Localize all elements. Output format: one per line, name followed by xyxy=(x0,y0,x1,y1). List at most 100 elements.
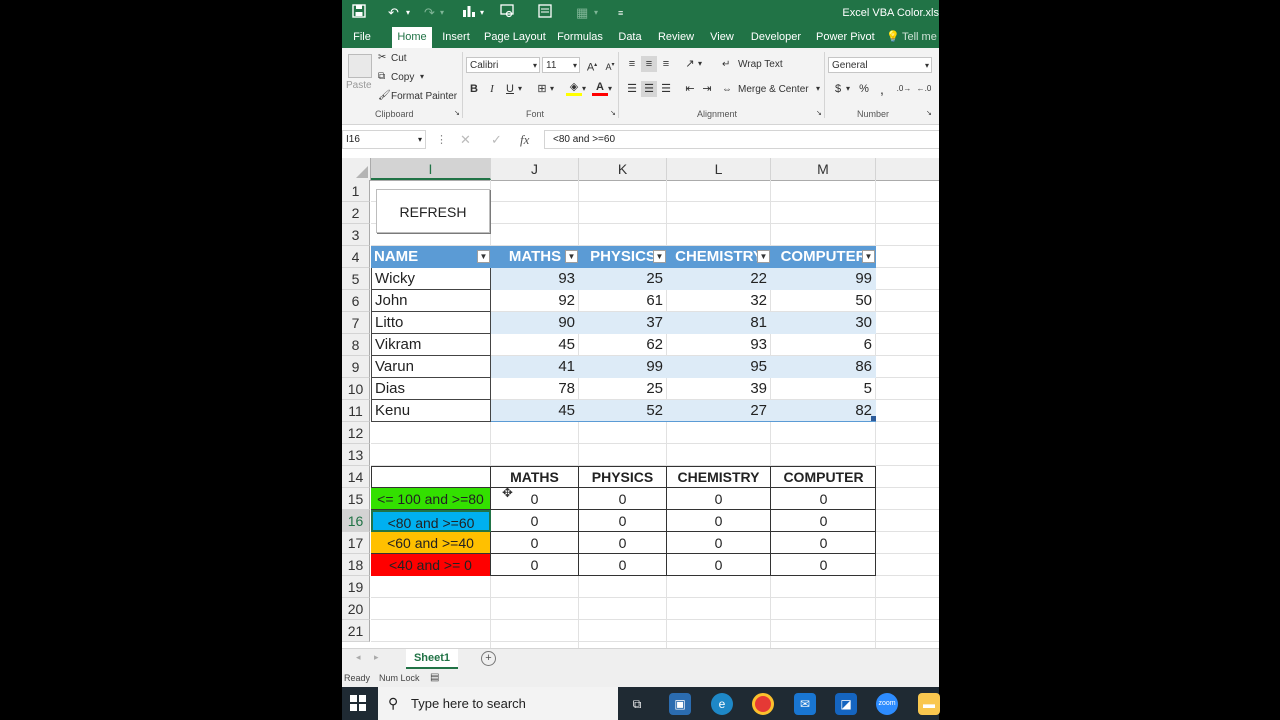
refresh-button[interactable]: REFRESH xyxy=(376,189,490,233)
row-header-18[interactable]: 18 xyxy=(342,554,370,576)
cut-button[interactable]: Cut xyxy=(391,53,407,64)
summary-header-chemistry[interactable]: CHEMISTRY xyxy=(667,466,771,488)
summary-cell[interactable]: 0 xyxy=(771,488,876,510)
tab-formulas[interactable]: Formulas xyxy=(556,27,604,48)
row-header-8[interactable]: 8 xyxy=(342,334,370,356)
align-middle-icon[interactable]: ≡ xyxy=(641,56,657,72)
orientation-dropdown-icon[interactable]: ▾ xyxy=(698,59,702,68)
row-header-12[interactable]: 12 xyxy=(342,422,370,444)
table-cell[interactable]: 30 xyxy=(771,312,876,334)
tab-power-pivot[interactable]: Power Pivot xyxy=(816,27,875,48)
percent-button[interactable]: % xyxy=(856,81,872,97)
filter-dropdown-icon[interactable]: ▼ xyxy=(565,250,578,263)
underline-button[interactable]: U xyxy=(502,81,518,97)
align-right-icon[interactable]: ☰ xyxy=(658,81,674,97)
store-icon[interactable]: ▣ xyxy=(669,693,691,715)
italic-button[interactable]: I xyxy=(484,81,500,97)
comma-style-icon[interactable]: , xyxy=(874,81,890,97)
summary-cell[interactable]: 0 xyxy=(491,554,579,576)
increase-font-icon[interactable]: A▴ xyxy=(584,57,600,74)
undo-icon[interactable]: ↶ xyxy=(388,4,399,22)
clipboard-launcher-icon[interactable]: ↘ xyxy=(454,109,460,117)
windows-start-icon[interactable] xyxy=(350,695,366,714)
table-cell-name[interactable]: Kenu xyxy=(371,400,491,422)
column-header-k[interactable]: K xyxy=(579,158,667,180)
font-color-dropdown-icon[interactable]: ▾ xyxy=(608,84,612,93)
table-cell-name[interactable]: John xyxy=(371,290,491,312)
row-header-17[interactable]: 17 xyxy=(342,532,370,554)
row-header-19[interactable]: 19 xyxy=(342,576,370,598)
table-cell[interactable]: 50 xyxy=(771,290,876,312)
preview-icon[interactable] xyxy=(500,4,514,23)
align-bottom-icon[interactable]: ≡ xyxy=(658,56,674,72)
decrease-font-icon[interactable]: A▾ xyxy=(602,57,618,73)
table-cell[interactable]: 78 xyxy=(491,378,579,400)
next-sheet-icon[interactable]: ▸ xyxy=(374,652,379,663)
number-launcher-icon[interactable]: ↘ xyxy=(926,109,932,117)
summary-cell[interactable]: 0 xyxy=(579,510,667,532)
table-cell-name[interactable]: Dias xyxy=(371,378,491,400)
table-cell[interactable]: 93 xyxy=(667,334,771,356)
zoom-icon[interactable]: zoom xyxy=(876,693,898,715)
table-cell[interactable]: 82 xyxy=(771,400,876,422)
formula-input[interactable]: <80 and >=60 xyxy=(544,130,939,149)
table-cell[interactable]: 95 xyxy=(667,356,771,378)
table-cell-name[interactable]: Varun xyxy=(371,356,491,378)
table-cell[interactable]: 92 xyxy=(491,290,579,312)
filter-dropdown-icon[interactable]: ▼ xyxy=(862,250,875,263)
table-cell[interactable]: 61 xyxy=(579,290,667,312)
summary-cell[interactable]: 0 xyxy=(579,554,667,576)
prev-sheet-icon[interactable]: ◂ xyxy=(356,652,361,663)
currency-dropdown-icon[interactable]: ▾ xyxy=(846,84,850,93)
row-header-1[interactable]: 1 xyxy=(342,180,370,202)
row-header-11[interactable]: 11 xyxy=(342,400,370,422)
table-cell[interactable]: 5 xyxy=(771,378,876,400)
tab-insert[interactable]: Insert xyxy=(440,27,472,48)
undo-dropdown-icon[interactable]: ▾ xyxy=(406,4,410,22)
table-cell[interactable]: 39 xyxy=(667,378,771,400)
macro-record-icon[interactable]: ▤ xyxy=(430,669,439,687)
borders-icon[interactable]: ⊞ xyxy=(534,81,550,97)
row-header-7[interactable]: 7 xyxy=(342,312,370,334)
font-size-combo[interactable]: 11 ▾ xyxy=(542,57,580,73)
tab-view[interactable]: View xyxy=(708,27,736,48)
column-header-l[interactable]: L xyxy=(667,158,771,180)
range-label-0-40[interactable]: <40 and >= 0 xyxy=(371,554,491,576)
table-header-maths[interactable]: MATHS ▼ xyxy=(491,246,579,268)
customize-qat-icon[interactable]: ≡ xyxy=(618,4,623,22)
table-header-computer[interactable]: COMPUTER ▼ xyxy=(771,246,876,268)
sheet-tab-sheet1[interactable]: Sheet1 xyxy=(406,649,458,669)
table-cell-name[interactable]: Vikram xyxy=(371,334,491,356)
number-format-combo[interactable]: General ▾ xyxy=(828,57,932,73)
range-label-40-60[interactable]: <60 and >=40 xyxy=(371,532,491,554)
column-header-j[interactable]: J xyxy=(491,158,579,180)
add-sheet-icon[interactable]: + xyxy=(481,651,496,666)
range-label-80-100[interactable]: <= 100 and >=80 xyxy=(371,488,491,510)
table-cell[interactable]: 25 xyxy=(579,268,667,290)
summary-cell[interactable]: 0 xyxy=(667,510,771,532)
fill-dropdown-icon[interactable]: ▾ xyxy=(582,84,586,93)
filter-dropdown-icon[interactable]: ▼ xyxy=(757,250,770,263)
row-header-9[interactable]: 9 xyxy=(342,356,370,378)
table-cell[interactable]: 45 xyxy=(491,334,579,356)
tab-home[interactable]: Home xyxy=(392,27,432,48)
table-resize-handle[interactable] xyxy=(871,416,876,421)
table-header-name[interactable]: NAME ▼ xyxy=(371,246,491,268)
filter-dropdown-icon[interactable]: ▼ xyxy=(477,250,490,263)
column-header-i[interactable]: I xyxy=(371,158,491,180)
select-all-corner[interactable] xyxy=(342,158,371,180)
table-cell[interactable]: 27 xyxy=(667,400,771,422)
summary-cell[interactable]: 0 xyxy=(491,532,579,554)
row-header-4[interactable]: 4 xyxy=(342,246,370,268)
row-header-13[interactable]: 13 xyxy=(342,444,370,466)
row-header-6[interactable]: 6 xyxy=(342,290,370,312)
table-cell[interactable]: 93 xyxy=(491,268,579,290)
align-left-icon[interactable]: ☰ xyxy=(624,81,640,97)
increase-indent-icon[interactable]: ⇥ xyxy=(699,81,715,97)
decrease-decimal-icon[interactable]: ←.0 xyxy=(916,81,932,97)
table-cell[interactable]: 90 xyxy=(491,312,579,334)
table-header-chemistry[interactable]: CHEMISTRY ▼ xyxy=(667,246,771,268)
summary-header-physics[interactable]: PHYSICS xyxy=(579,466,667,488)
row-header-14[interactable]: 14 xyxy=(342,466,370,488)
row-header-10[interactable]: 10 xyxy=(342,378,370,400)
